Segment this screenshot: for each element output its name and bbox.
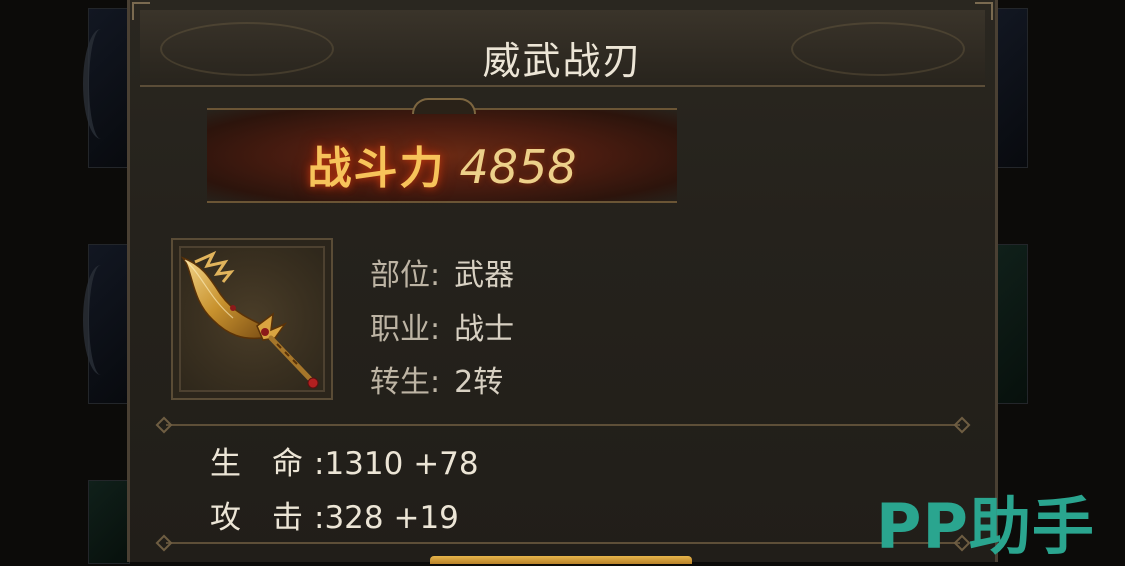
divider-diamond	[155, 416, 173, 434]
stat-hp: 生命 :1310 +78	[210, 438, 479, 483]
item-icon-frame	[171, 238, 333, 400]
attribute-rebirth: 转生: 2转	[370, 357, 503, 401]
action-button-top-edge[interactable]	[430, 556, 692, 564]
background-slot	[83, 8, 130, 168]
attribute-value: 战士	[454, 312, 515, 347]
stat-attack: 攻击 :328 +19	[210, 492, 459, 537]
divider-diamond	[155, 534, 173, 552]
stat-label-char: 攻	[210, 500, 241, 536]
attribute-slot: 部位: 武器	[370, 250, 514, 294]
combat-power-banner: 战斗力 4858	[207, 98, 677, 213]
banner-bottom-line	[207, 201, 677, 203]
combat-power-value: 4858	[459, 140, 577, 194]
banner-crest-ornament	[412, 98, 476, 114]
stat-value: :328 +19	[314, 500, 459, 536]
stat-label-char: 击	[272, 500, 303, 536]
golden-broadsword-icon	[180, 250, 319, 389]
attribute-value: 武器	[454, 258, 515, 293]
stat-label-char: 命	[272, 446, 303, 482]
divider-diamond	[953, 416, 971, 434]
background-slot	[83, 244, 130, 404]
item-name-title: 威武战刃	[482, 39, 643, 83]
stat-label-char: 生	[210, 446, 241, 482]
divider-line	[166, 542, 960, 544]
section-divider	[155, 534, 971, 552]
attribute-label: 转生:	[370, 365, 441, 400]
background-slot	[88, 480, 130, 564]
background-slot	[996, 8, 1028, 168]
combat-power-text: 战斗力 4858	[207, 132, 677, 196]
attribute-label: 职业:	[370, 312, 441, 347]
tooltip-header: 威武战刃	[140, 10, 985, 87]
stat-value: :1310 +78	[314, 446, 479, 482]
attribute-value: 2转	[454, 365, 504, 400]
attribute-label: 部位:	[370, 258, 441, 293]
section-divider	[155, 416, 971, 434]
combat-power-label: 战斗力	[307, 143, 446, 194]
attribute-class: 职业: 战士	[370, 304, 514, 348]
pp-assistant-watermark: PP助手	[876, 490, 1095, 563]
background-slot	[996, 244, 1028, 404]
divider-line	[166, 424, 960, 426]
